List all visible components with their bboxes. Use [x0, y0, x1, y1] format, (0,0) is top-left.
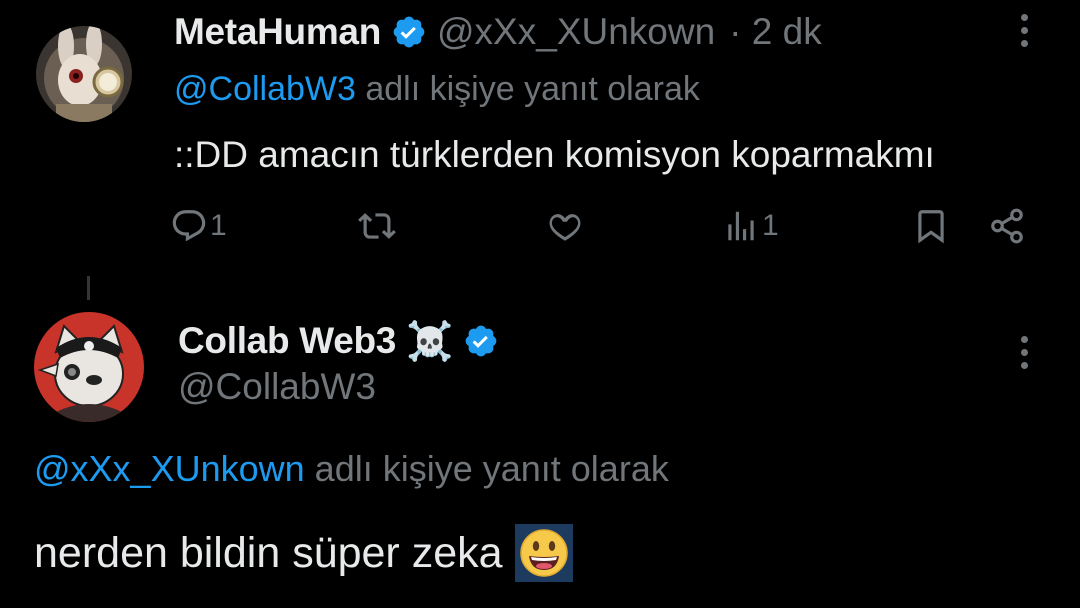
reply-icon: [172, 210, 206, 242]
author-handle[interactable]: @xXx_XUnkown: [437, 11, 715, 53]
avatar-collabweb3[interactable]: [34, 312, 144, 422]
reply-context: @CollabW3 adlı kişiye yanıt olarak: [174, 70, 700, 109]
share-icon: [991, 208, 1023, 244]
tweet-text: nerden bildin süper zeka: [34, 524, 573, 582]
views-button[interactable]: 1: [722, 202, 779, 250]
retweet-button[interactable]: [358, 202, 398, 250]
tweet2-header: Collab Web3 ☠️: [178, 316, 499, 366]
more-icon[interactable]: [1012, 8, 1036, 52]
reply-suffix: adlı kişiye yanıt olarak: [365, 70, 700, 108]
author-name[interactable]: Collab Web3: [178, 320, 396, 362]
timestamp[interactable]: · 2 dk: [729, 11, 822, 53]
skull-crossbones-emoji: ☠️: [406, 318, 454, 363]
reply-mention-link[interactable]: @xXx_XUnkown: [34, 448, 305, 489]
bookmark-button[interactable]: [912, 202, 950, 250]
grinning-face-emoji: [514, 524, 573, 582]
share-button[interactable]: [988, 202, 1026, 250]
like-button[interactable]: [546, 202, 586, 250]
reply-mention-link[interactable]: @CollabW3: [174, 70, 356, 108]
avatar-metahuman[interactable]: [36, 26, 132, 122]
like-icon: [549, 214, 581, 241]
tweet1-header: MetaHuman @xXx_XUnkown · 2 dk: [174, 10, 822, 54]
reply-context: @xXx_XUnkown adlı kişiye yanıt olarak: [34, 448, 669, 490]
more-icon[interactable]: [1012, 330, 1036, 374]
reply-suffix: adlı kişiye yanıt olarak: [314, 448, 669, 489]
bookmark-icon: [918, 210, 944, 244]
verified-badge-icon[interactable]: [463, 323, 499, 359]
action-bar: 1 1: [170, 202, 1040, 250]
tweet-text-body: nerden bildin süper zeka: [34, 528, 503, 577]
retweet-icon: [358, 213, 396, 239]
reply-count: 1: [210, 209, 227, 242]
author-handle[interactable]: @CollabW3: [178, 366, 376, 408]
thread-connector-line: [87, 276, 90, 300]
reply-button[interactable]: 1: [170, 202, 227, 250]
verified-badge-icon[interactable]: [391, 14, 427, 50]
tweet-text: ::DD amacın türklerden komisyon koparmak…: [174, 134, 935, 175]
views-count: 1: [762, 209, 779, 242]
author-name[interactable]: MetaHuman: [174, 11, 381, 53]
views-icon: [728, 211, 754, 241]
